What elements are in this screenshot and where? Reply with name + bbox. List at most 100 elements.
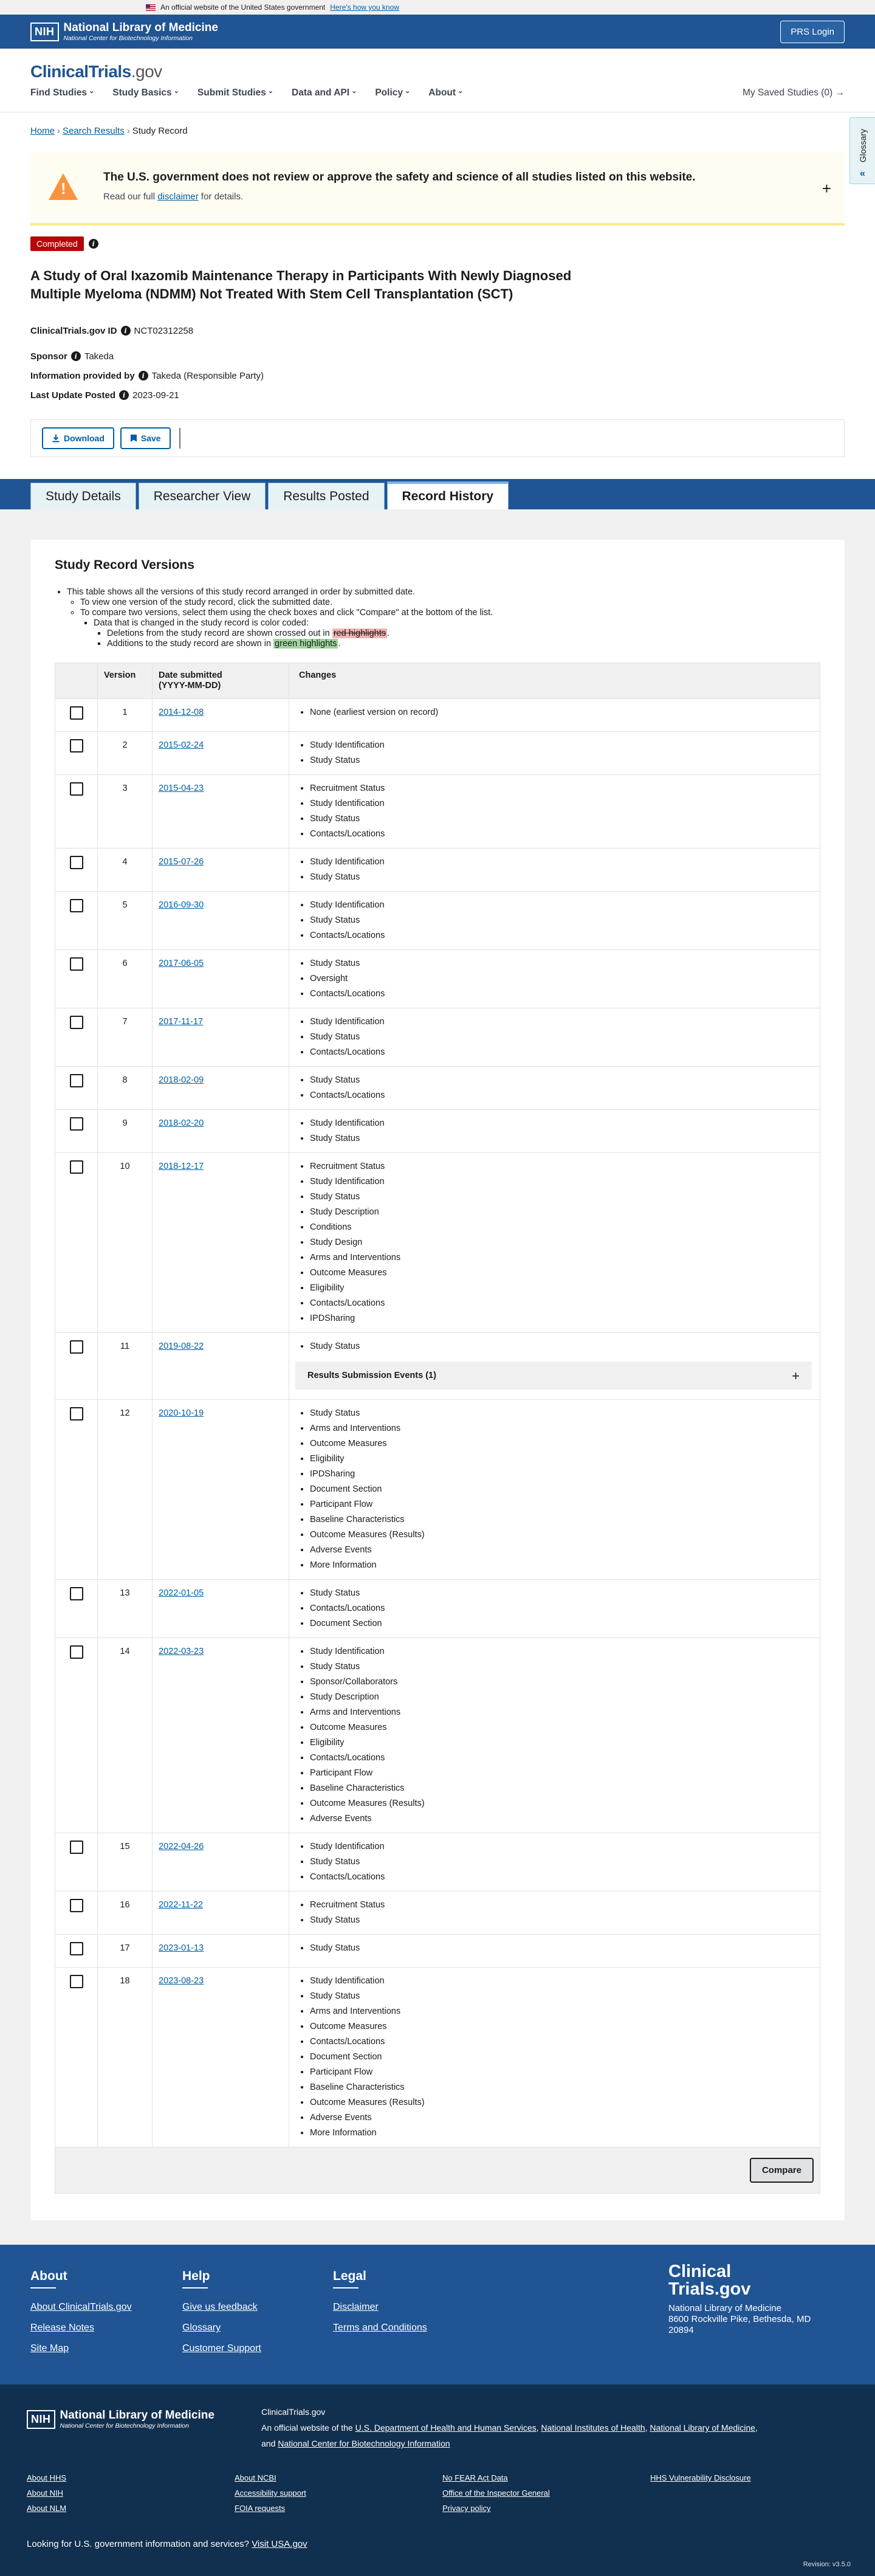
footer-link-customer-support[interactable]: Customer Support: [182, 2343, 261, 2354]
version-date-link[interactable]: 2018-12-17: [159, 1162, 204, 1171]
version-date-link[interactable]: 2022-04-26: [159, 1842, 204, 1851]
glossary-tab[interactable]: Glossary «: [849, 117, 875, 184]
results-submission-events-toggle[interactable]: Results Submission Events (1) +: [295, 1362, 812, 1390]
version-checkbox[interactable]: [69, 782, 83, 796]
nav-submit-studies[interactable]: Submit Studies: [197, 88, 273, 98]
footer-link-disclaimer[interactable]: Disclaimer: [333, 2302, 427, 2313]
nav-about[interactable]: About: [428, 88, 463, 98]
footer-link-inspector-general[interactable]: Office of the Inspector General: [442, 2488, 650, 2498]
version-date-link[interactable]: 2022-11-22: [159, 1900, 203, 1910]
breadcrumb-search-results[interactable]: Search Results: [63, 126, 125, 136]
footer-nlm-logo[interactable]: NIH National Library of Medicine Nationa…: [27, 2409, 214, 2430]
nlm-logo[interactable]: NIH National Library of Medicine Nationa…: [30, 21, 218, 42]
version-date-link[interactable]: 2023-08-23: [159, 1976, 204, 1986]
version-date-link[interactable]: 2022-01-05: [159, 1588, 204, 1598]
footer-link-about-nih[interactable]: About NIH: [27, 2488, 235, 2498]
footer-link-site-map[interactable]: Site Map: [30, 2343, 132, 2354]
version-date-link[interactable]: 2022-03-23: [159, 1647, 204, 1656]
prs-login-button[interactable]: PRS Login: [780, 20, 845, 43]
footer-link-ncbi[interactable]: National Center for Biotechnology Inform…: [278, 2439, 450, 2448]
save-button[interactable]: Save: [120, 427, 171, 450]
version-number: 8: [97, 1066, 153, 1111]
nav-policy[interactable]: Policy: [375, 88, 410, 98]
version-date-link[interactable]: 2020-10-19: [159, 1408, 204, 1418]
footer-link-about-ncbi[interactable]: About NCBI: [235, 2473, 442, 2482]
footer-link-terms[interactable]: Terms and Conditions: [333, 2323, 427, 2333]
version-checkbox[interactable]: [69, 1975, 83, 1989]
footer-link-glossary[interactable]: Glossary: [182, 2323, 261, 2333]
footer-link-no-fear[interactable]: No FEAR Act Data: [442, 2473, 650, 2482]
footer-link-feedback[interactable]: Give us feedback: [182, 2302, 261, 2313]
explain-item: This table shows all the versions of thi…: [67, 587, 820, 598]
version-changes-cell: Study IdentificationStudy StatusArms and…: [289, 1967, 820, 2148]
nav-data-and-api[interactable]: Data and API: [292, 88, 357, 98]
nav-study-basics[interactable]: Study Basics: [112, 88, 179, 98]
version-checkbox[interactable]: [69, 899, 83, 913]
version-checkbox[interactable]: [69, 1841, 83, 1855]
version-checkbox[interactable]: [69, 1117, 83, 1131]
tab-study-details[interactable]: Study Details: [30, 483, 136, 510]
heres-how-link[interactable]: Here's how you know: [330, 3, 399, 12]
info-icon[interactable]: i: [70, 351, 81, 362]
version-date-link[interactable]: 2015-07-26: [159, 857, 204, 867]
version-select-cell: [55, 698, 98, 732]
version-date-link[interactable]: 2019-08-22: [159, 1341, 204, 1351]
version-date-link[interactable]: 2015-04-23: [159, 783, 204, 793]
table-row: 17 2023-01-13 Study Status: [55, 1934, 820, 1968]
info-icon[interactable]: i: [88, 239, 98, 249]
version-checkbox[interactable]: [69, 1016, 83, 1030]
footer-site-name: ClinicalTrials.gov: [261, 2407, 326, 2417]
version-date-link[interactable]: 2014-12-08: [159, 708, 204, 717]
version-checkbox[interactable]: [69, 1160, 83, 1174]
footer-link-accessibility[interactable]: Accessibility support: [235, 2488, 442, 2498]
version-checkbox[interactable]: [69, 739, 83, 753]
footer-link-privacy[interactable]: Privacy policy: [442, 2504, 650, 2513]
version-date-link[interactable]: 2016-09-30: [159, 900, 204, 910]
nav-find-studies[interactable]: Find Studies: [30, 88, 94, 98]
version-date-link[interactable]: 2023-01-13: [159, 1943, 204, 1953]
footer-link-vulnerability[interactable]: HHS Vulnerability Disclosure: [650, 2473, 858, 2482]
footer-link-about-nlm[interactable]: About NLM: [27, 2504, 235, 2513]
version-date-link[interactable]: 2015-02-24: [159, 740, 204, 750]
footer-link-foia[interactable]: FOIA requests: [235, 2504, 442, 2513]
disclaimer-link[interactable]: disclaimer: [157, 191, 199, 202]
download-button[interactable]: Download: [42, 427, 114, 450]
compare-button[interactable]: Compare: [749, 2158, 814, 2183]
expand-alert-icon[interactable]: +: [822, 179, 831, 198]
footer-link-nlm[interactable]: National Library of Medicine: [650, 2423, 755, 2433]
version-checkbox[interactable]: [69, 856, 83, 870]
change-item: Eligibility: [310, 1735, 814, 1751]
footer-link-hhs[interactable]: U.S. Department of Health and Human Serv…: [355, 2423, 537, 2433]
version-checkbox[interactable]: [69, 957, 83, 971]
info-icon[interactable]: i: [138, 371, 148, 381]
breadcrumb-home[interactable]: Home: [30, 126, 55, 136]
footer-link-nih[interactable]: National Institutes of Health: [541, 2423, 645, 2433]
version-checkbox[interactable]: [69, 706, 83, 720]
info-icon[interactable]: i: [119, 390, 129, 401]
footer-link-release-notes[interactable]: Release Notes: [30, 2323, 132, 2333]
info-icon[interactable]: i: [120, 326, 131, 336]
tab-record-history[interactable]: Record History: [386, 481, 509, 510]
version-checkbox[interactable]: [69, 1340, 83, 1354]
clinicaltrials-logo[interactable]: ClinicalTrials.gov: [30, 62, 162, 81]
version-checkbox[interactable]: [69, 1899, 83, 1913]
footer-link-usa-gov[interactable]: Visit USA.gov: [252, 2539, 307, 2549]
table-row: 7 2017-11-17 Study IdentificationStudy Sta…: [55, 1008, 820, 1067]
tab-researcher-view[interactable]: Researcher View: [138, 483, 266, 510]
version-date-link[interactable]: 2017-06-05: [159, 959, 204, 968]
footer-link-about-hhs[interactable]: About HHS: [27, 2473, 235, 2482]
tab-results-posted[interactable]: Results Posted: [268, 483, 385, 510]
version-checkbox[interactable]: [69, 1074, 83, 1088]
footer-ct-logo[interactable]: Clinical Trials.gov: [668, 2263, 839, 2298]
version-checkbox[interactable]: [69, 1942, 83, 1956]
footer-link-about[interactable]: About ClinicalTrials.gov: [30, 2302, 132, 2313]
version-checkbox[interactable]: [69, 1587, 83, 1601]
version-checkbox[interactable]: [69, 1407, 83, 1421]
version-date-link[interactable]: 2018-02-20: [159, 1118, 204, 1128]
version-date-link[interactable]: 2018-02-09: [159, 1075, 204, 1085]
main-nav: Find Studies Study Basics Submit Studies…: [30, 88, 845, 98]
my-saved-studies-link[interactable]: My Saved Studies (0) →: [743, 88, 845, 98]
version-select-cell: [55, 891, 98, 951]
version-date-link[interactable]: 2017-11-17: [159, 1017, 203, 1027]
version-checkbox[interactable]: [69, 1645, 83, 1659]
